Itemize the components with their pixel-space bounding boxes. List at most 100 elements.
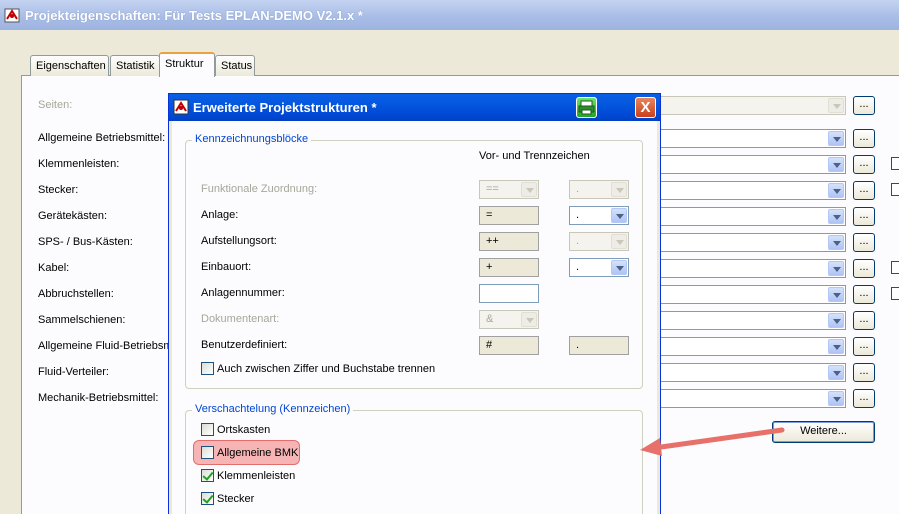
anlage-separator-combo[interactable]: . [569, 206, 629, 225]
chevron-down-icon[interactable] [828, 313, 844, 328]
geraetekaesten-browse-button[interactable]: ... [853, 207, 875, 226]
eplan-app-icon [173, 99, 189, 115]
field-label-abbruchstellen: Abbruchstellen: [38, 288, 114, 300]
column-header-vor-trennzeichen: Vor- und Trennzeichen [479, 150, 590, 162]
aufstellungsort-prefix-field[interactable]: ++ [479, 232, 539, 251]
aufstellungsort-separator-combo[interactable]: . [569, 232, 629, 251]
ortskasten-checkbox[interactable] [201, 423, 214, 436]
weitere-button[interactable]: Weitere... [772, 421, 875, 443]
allgemeine-bmk-label: Allgemeine BMK [217, 447, 299, 459]
chevron-down-icon[interactable] [828, 365, 844, 380]
chevron-down-icon[interactable] [828, 183, 844, 198]
split-digit-letter-label: Auch zwischen Ziffer und Buchstabe trenn… [217, 363, 436, 375]
chevron-down-icon[interactable] [828, 157, 844, 172]
chevron-down-icon[interactable] [611, 208, 627, 223]
kabel-browse-button[interactable]: ... [853, 259, 875, 278]
split-digit-letter-checkbox[interactable] [201, 362, 214, 375]
einbauort-prefix-field[interactable]: + [479, 258, 539, 277]
geraetekaesten-combo[interactable] [660, 207, 846, 226]
sps-bus-kaesten-combo[interactable] [660, 233, 846, 252]
allgemeine-bmk-checkbox[interactable] [201, 446, 214, 459]
stecker-browse-button[interactable]: ... [853, 181, 875, 200]
stecker-nesting-label: Stecker [217, 493, 255, 505]
kabel-checkbox[interactable] [891, 261, 899, 274]
field-label-sammelschienen: Sammelschienen: [38, 314, 126, 326]
field-label-kabel: Kabel: [38, 262, 70, 274]
chevron-down-icon[interactable] [521, 182, 537, 197]
field-label-geraetekaesten: Gerätekästen: [38, 210, 108, 222]
tab-status[interactable]: Status [215, 55, 255, 76]
row-label-dokumentenart: Dokumentenart: [201, 313, 280, 325]
kabel-combo[interactable] [660, 259, 846, 278]
klemmenleisten-browse-button[interactable]: ... [853, 155, 875, 174]
chevron-down-icon[interactable] [828, 131, 844, 146]
tab-statistik[interactable]: Statistik [110, 55, 160, 76]
group-title-verschachtelung: Verschachtelung (Kennzeichen) [192, 403, 354, 415]
funktionale-zuordnung-separator-combo[interactable]: . [569, 180, 629, 199]
dialog-titlebar: Erweiterte Projektstrukturen * X [169, 94, 660, 121]
anlagennummer-field[interactable] [479, 284, 539, 303]
tab-eigenschaften[interactable]: Eigenschaften [30, 55, 109, 76]
seiten-combo[interactable] [660, 96, 846, 115]
allgemeine-betriebsmittel-browse-button[interactable]: ... [853, 129, 875, 148]
abbruchstellen-combo[interactable] [660, 285, 846, 304]
klemmenleisten-checkbox[interactable] [891, 157, 899, 170]
chevron-down-icon[interactable] [521, 312, 537, 327]
row-label-anlagennummer: Anlagennummer: [201, 287, 285, 299]
row-label-anlage: Anlage: [201, 209, 239, 221]
sps-bus-kaesten-browse-button[interactable]: ... [853, 233, 875, 252]
close-button[interactable]: X [635, 97, 656, 118]
funktionale-zuordnung-prefix-combo[interactable]: == [479, 180, 539, 199]
fluid-betriebsmittel-browse-button[interactable]: ... [853, 337, 875, 356]
chevron-down-icon[interactable] [828, 339, 844, 354]
fluid-betriebsmittel-combo[interactable] [660, 337, 846, 356]
chevron-down-icon[interactable] [828, 261, 844, 276]
tab-struktur[interactable]: Struktur [159, 52, 215, 77]
chevron-down-icon[interactable] [611, 260, 627, 275]
anlage-prefix-field[interactable]: = [479, 206, 539, 225]
benutzerdefiniert-prefix-field[interactable]: # [479, 336, 539, 355]
ortskasten-label: Ortskasten [217, 424, 271, 436]
chevron-down-icon[interactable] [828, 235, 844, 250]
chevron-down-icon[interactable] [828, 287, 844, 302]
seiten-browse-button[interactable]: ... [853, 96, 875, 115]
stecker-nesting-checkbox[interactable] [201, 492, 214, 505]
chevron-down-icon[interactable] [611, 234, 627, 249]
abbruchstellen-checkbox[interactable] [891, 287, 899, 300]
printer-icon [578, 100, 595, 115]
field-label-klemmenleisten: Klemmenleisten: [38, 158, 120, 170]
stecker-checkbox[interactable] [891, 183, 899, 196]
sammelschienen-combo[interactable] [660, 311, 846, 330]
mechanik-betriebsmittel-combo[interactable] [660, 389, 846, 408]
field-label-allgemeine-betriebsmittel: Allgemeine Betriebsmittel: [38, 132, 166, 144]
fluid-verteiler-combo[interactable] [660, 363, 846, 382]
row-label-aufstellungsort: Aufstellungsort: [201, 235, 277, 247]
main-window-title: Projekteigenschaften: Für Tests EPLAN-DE… [25, 8, 363, 23]
chevron-down-icon[interactable] [828, 391, 844, 406]
field-label-mechanik-betriebsmittel: Mechanik-Betriebsmittel: [38, 392, 159, 404]
einbauort-separator-combo[interactable]: . [569, 258, 629, 277]
main-window-titlebar: Projekteigenschaften: Für Tests EPLAN-DE… [0, 0, 899, 30]
chevron-down-icon[interactable] [828, 209, 844, 224]
benutzerdefiniert-separator-field[interactable]: . [569, 336, 629, 355]
eplan-app-icon [4, 8, 20, 23]
print-button[interactable] [576, 97, 597, 118]
stecker-combo[interactable] [660, 181, 846, 200]
dialog-title: Erweiterte Projektstrukturen * [193, 100, 377, 115]
allgemeine-betriebsmittel-combo[interactable] [660, 129, 846, 148]
field-label-fluid-verteiler: Fluid-Verteiler: [38, 366, 109, 378]
annotation-arrow-icon [640, 427, 785, 456]
dokumentenart-prefix-combo[interactable]: & [479, 310, 539, 329]
mechanik-betriebsmittel-browse-button[interactable]: ... [853, 389, 875, 408]
klemmenleisten-combo[interactable] [660, 155, 846, 174]
abbruchstellen-browse-button[interactable]: ... [853, 285, 875, 304]
field-label-stecker: Stecker: [38, 184, 79, 196]
sammelschienen-browse-button[interactable]: ... [853, 311, 875, 330]
klemmenleisten-nesting-label: Klemmenleisten [217, 470, 296, 482]
chevron-down-icon[interactable] [828, 98, 844, 113]
field-label-fluid-betriebsmittel: Allgemeine Fluid-Betriebsmi [38, 340, 175, 352]
klemmenleisten-nesting-checkbox[interactable] [201, 469, 214, 482]
fluid-verteiler-browse-button[interactable]: ... [853, 363, 875, 382]
field-label-seiten: Seiten: [38, 99, 73, 111]
chevron-down-icon[interactable] [611, 182, 627, 197]
